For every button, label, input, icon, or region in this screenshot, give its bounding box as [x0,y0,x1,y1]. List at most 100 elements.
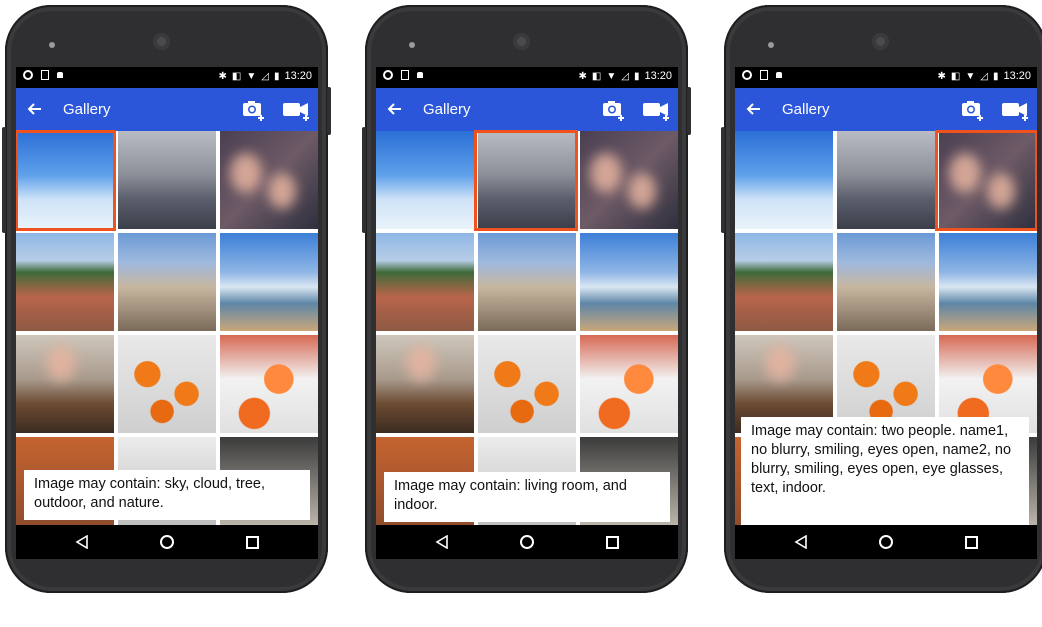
photo-tile-living-room[interactable] [118,131,216,229]
add-photo-icon[interactable] [961,99,985,121]
back-arrow-icon[interactable] [386,101,402,117]
nav-bar [16,525,318,559]
photo-grid: Image may contain: living room, and indo… [376,130,678,535]
add-photo-icon[interactable] [242,99,266,121]
nav-back-icon[interactable] [435,535,449,549]
photo-grid: Image may contain: two people. name1, no… [735,130,1037,547]
app-bar: Gallery [376,88,678,131]
download-icon [760,70,768,80]
screen: ✱ ◧ ▼ ◿ ▮ 13:20 Gallery Image may contai… [735,67,1037,559]
nav-home-icon[interactable] [879,535,893,549]
notification-icon [742,70,752,80]
sensor-dot [409,42,415,48]
screen: ✱ ◧ ▼ ◿ ▮ 13:20 Gallery Image may contai… [16,67,318,559]
photo-tile-pumpkin-plate[interactable] [220,335,318,433]
usb-icon [57,72,63,78]
photo-tile-town[interactable] [16,233,114,331]
photo-tile-town[interactable] [376,233,474,331]
app-title: Gallery [63,101,111,118]
phone-a: ✱ ◧ ▼ ◿ ▮ 13:20 Gallery Image may contai… [2,5,331,593]
usb-icon [776,72,782,78]
selection-frame [935,130,1037,231]
nav-recents-icon[interactable] [606,536,619,549]
nav-bar [376,525,678,559]
wifi-icon: ▼ [606,70,617,82]
battery-icon: ▮ [992,70,999,82]
status-bar: ✱ ◧ ▼ ◿ ▮ 13:20 [376,67,678,88]
sensor-dot [49,42,55,48]
photo-tile-town[interactable] [735,233,833,331]
add-photo-icon[interactable] [602,99,626,121]
add-video-icon[interactable] [642,99,672,121]
nav-back-icon[interactable] [75,535,89,549]
add-video-icon[interactable] [1001,99,1031,121]
image-caption: Image may contain: living room, and indo… [384,472,670,522]
phone-c: ✱ ◧ ▼ ◿ ▮ 13:20 Gallery Image may contai… [721,5,1042,593]
photo-tile-person[interactable] [376,335,474,433]
status-time: 13:20 [1003,70,1031,82]
status-bar: ✱ ◧ ▼ ◿ ▮ 13:20 [735,67,1037,88]
panel-label: (c) [875,597,895,614]
add-video-icon[interactable] [282,99,312,121]
image-caption: Image may contain: sky, cloud, tree, out… [24,470,310,520]
photo-tile-pumpkins[interactable] [478,335,576,433]
photo-tile-person[interactable] [16,335,114,433]
app-title: Gallery [423,101,471,118]
app-bar: Gallery [735,88,1037,131]
nav-bar [735,525,1037,559]
status-time: 13:20 [644,70,672,82]
nav-recents-icon[interactable] [246,536,259,549]
nav-home-icon[interactable] [520,535,534,549]
photo-grid: Image may contain: sky, cloud, tree, out… [16,130,318,535]
app-bar: Gallery [16,88,318,131]
photo-tile-lake[interactable] [580,233,678,331]
signal-icon: ◿ [261,70,269,82]
photo-tile-living-room[interactable] [837,131,935,229]
signal-icon: ◿ [980,70,988,82]
phone-b: ✱ ◧ ▼ ◿ ▮ 13:20 Gallery Image may contai… [362,5,691,593]
selection-frame [474,130,578,231]
photo-tile-pumpkin-plate[interactable] [580,335,678,433]
wifi-icon: ▼ [246,70,257,82]
photo-tile-palm[interactable] [376,131,474,229]
notification-icon [23,70,33,80]
bluetooth-icon: ✱ [578,70,587,82]
app-title: Gallery [782,101,830,118]
download-icon [401,70,409,80]
photo-tile-palm[interactable] [735,131,833,229]
photo-tile-two-people[interactable] [580,131,678,229]
photo-tile-two-people[interactable] [220,131,318,229]
screen: ✱ ◧ ▼ ◿ ▮ 13:20 Gallery Image may contai… [376,67,678,559]
battery-icon: ▮ [633,70,640,82]
panel-label: (a) [156,597,176,614]
panel-label: (b) [515,597,537,614]
nav-back-icon[interactable] [794,535,808,549]
front-camera [153,33,170,50]
bluetooth-icon: ✱ [937,70,946,82]
front-camera [513,33,530,50]
usb-icon [417,72,423,78]
selection-frame [16,130,116,231]
status-bar: ✱ ◧ ▼ ◿ ▮ 13:20 [16,67,318,88]
signal-icon: ◿ [621,70,629,82]
vibrate-icon: ◧ [591,70,602,82]
wifi-icon: ▼ [965,70,976,82]
front-camera [872,33,889,50]
vibrate-icon: ◧ [950,70,961,82]
back-arrow-icon[interactable] [745,101,761,117]
nav-home-icon[interactable] [160,535,174,549]
vibrate-icon: ◧ [231,70,242,82]
download-icon [41,70,49,80]
notification-icon [383,70,393,80]
photo-tile-pumpkins[interactable] [118,335,216,433]
photo-tile-tower[interactable] [478,233,576,331]
photo-tile-tower[interactable] [118,233,216,331]
photo-tile-lake[interactable] [939,233,1037,331]
status-time: 13:20 [284,70,312,82]
battery-icon: ▮ [273,70,280,82]
back-arrow-icon[interactable] [26,101,42,117]
nav-recents-icon[interactable] [965,536,978,549]
photo-tile-lake[interactable] [220,233,318,331]
bluetooth-icon: ✱ [218,70,227,82]
photo-tile-tower[interactable] [837,233,935,331]
